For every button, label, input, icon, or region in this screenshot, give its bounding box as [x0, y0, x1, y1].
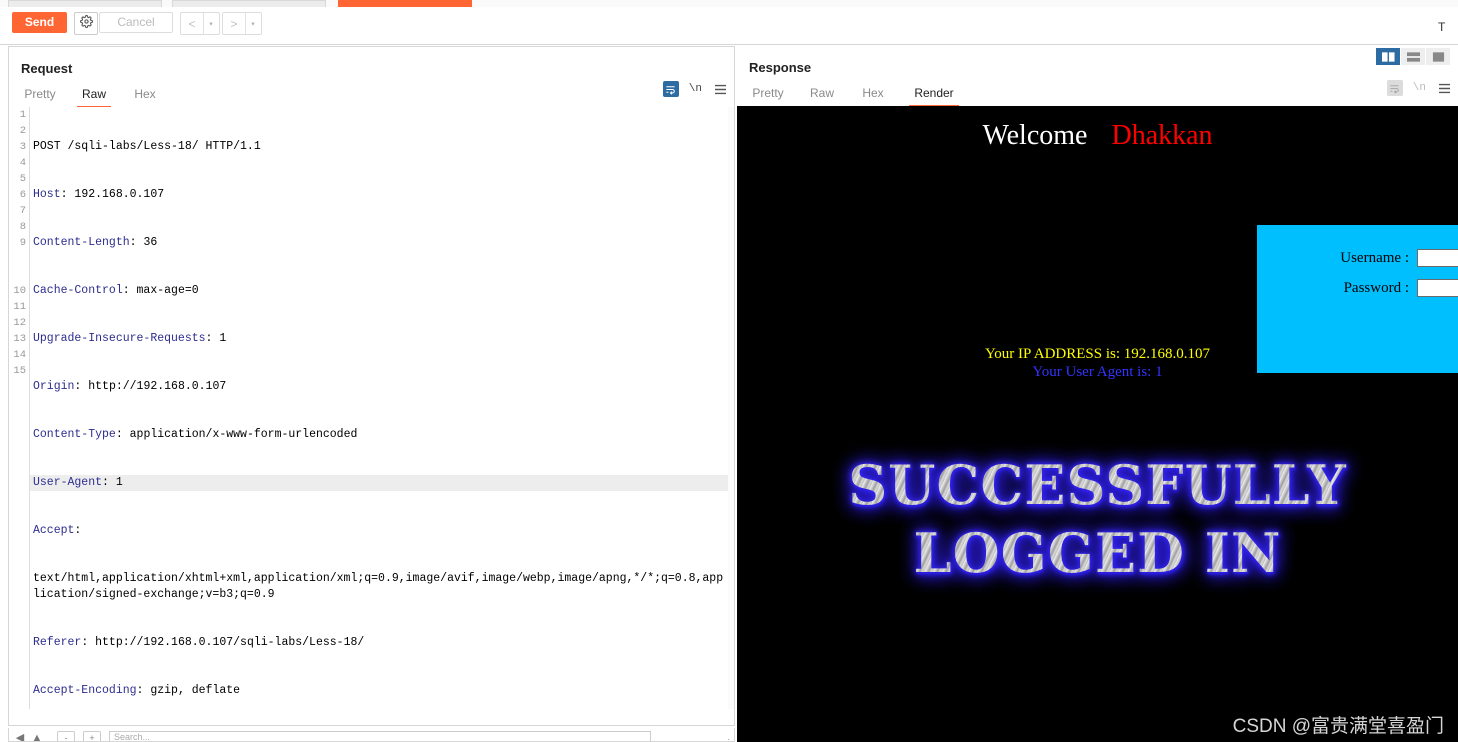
line-number: 12: [13, 317, 26, 329]
word-wrap-icon[interactable]: [662, 81, 679, 97]
request-tab-raw[interactable]: Raw: [77, 83, 111, 108]
settings-gear-button[interactable]: [74, 12, 98, 35]
line-number: 8: [19, 221, 26, 233]
username-label: Username :: [1340, 249, 1409, 266]
cancel-button[interactable]: Cancel: [99, 12, 173, 33]
line-number: 6: [19, 189, 26, 201]
single-pane-icon[interactable]: [1426, 48, 1450, 65]
zoom-out-button[interactable]: -: [57, 731, 75, 741]
banner-line-2: LOGGED IN: [737, 519, 1458, 587]
line-number: 15: [13, 365, 26, 377]
code-line-9-wrapped: text/html,application/xhtml+xml,applicat…: [33, 572, 724, 601]
username-row: Username :: [1257, 249, 1458, 267]
line-number: 9: [19, 237, 26, 249]
newline-icon[interactable]: \n: [689, 83, 702, 95]
code-line-10: Referer: http://192.168.0.107/sqli-labs/…: [33, 636, 365, 649]
response-tab-raw[interactable]: Raw: [805, 82, 839, 105]
response-tool-icons: \n: [1386, 80, 1452, 96]
prev-arrow-icon[interactable]: <: [181, 13, 203, 34]
password-input[interactable]: [1417, 279, 1458, 297]
success-banner: SUCCESSFULLY LOGGED IN: [737, 451, 1458, 587]
code-line-8: User-Agent: 1: [30, 475, 728, 491]
split-horizontal-icon[interactable]: [1401, 48, 1425, 65]
welcome-word: Welcome: [982, 120, 1088, 151]
zoom-in-button[interactable]: +: [83, 731, 101, 741]
response-menu-icon[interactable]: [1436, 80, 1452, 96]
search-input[interactable]: Search...: [109, 731, 651, 741]
code-line-9: Accept:: [33, 524, 82, 537]
response-pane: Response Pretty Raw Hex Render \n Welcom…: [737, 46, 1458, 742]
forward-icon[interactable]: ▲: [31, 732, 43, 741]
line-number: 4: [19, 157, 26, 169]
line-number: 7: [19, 205, 26, 217]
status-right-hint: .: [727, 732, 730, 742]
request-pane-title: Request: [21, 61, 73, 76]
code-line-7: Content-Type: application/x-www-form-url…: [33, 428, 358, 441]
request-editor-scrollbar[interactable]: [728, 107, 734, 709]
request-editor[interactable]: 1 2 3 4 5 6 7 8 9 10 11 12 13 14 15 POST…: [9, 107, 734, 709]
prev-request-group[interactable]: < ▾: [180, 12, 220, 35]
csdn-watermark: CSDN @富贵满堂喜盈门: [1232, 716, 1444, 737]
request-tab-row: Pretty Raw Hex: [9, 83, 734, 108]
welcome-username: Dhakkan: [1111, 120, 1213, 151]
password-row: Password :: [1257, 279, 1458, 297]
username-input[interactable]: [1417, 249, 1458, 267]
request-tab-pretty[interactable]: Pretty: [21, 83, 59, 106]
burp-repeater-window: Send Cancel < ▾ > ▾ T Request Pretty Raw…: [0, 0, 1458, 742]
code-line-6: Origin: http://192.168.0.107: [33, 380, 227, 393]
target-label: T: [1438, 20, 1446, 34]
response-word-wrap-icon[interactable]: [1386, 80, 1403, 96]
code-line-1: POST /sqli-labs/Less-18/ HTTP/1.1: [33, 140, 261, 153]
top-tab-2[interactable]: [172, 0, 326, 7]
code-line-4: Cache-Control: max-age=0: [33, 284, 199, 297]
response-newline-icon[interactable]: \n: [1413, 82, 1426, 94]
gear-icon: [79, 14, 93, 33]
request-tool-icons: \n: [662, 81, 728, 97]
back-icon[interactable]: ◀: [14, 732, 26, 741]
line-number: 13: [13, 333, 26, 345]
prev-chevron-down-icon[interactable]: ▾: [204, 13, 218, 34]
layout-toggle-group: [1376, 48, 1450, 65]
code-line-5: Upgrade-Insecure-Requests: 1: [33, 332, 227, 345]
ip-address-text: Your IP ADDRESS is: 192.168.0.107: [984, 346, 1211, 362]
rendered-response-view[interactable]: Welcome Dhakkan Username : Password : You…: [737, 106, 1458, 742]
password-label: Password :: [1343, 279, 1409, 296]
request-pane: Request Pretty Raw Hex \n 1 2 3 4 5 6 7 …: [8, 46, 735, 726]
main-toolbar: Send Cancel < ▾ > ▾ T: [0, 7, 1458, 45]
response-pane-title: Response: [749, 60, 812, 75]
request-status-bar: ◀ ▲ - + Search... .: [8, 728, 735, 742]
banner-line-1: SUCCESSFULLY: [737, 451, 1458, 519]
line-number: 1: [19, 109, 26, 121]
user-agent-text: Your User Agent is: 1: [1032, 364, 1163, 380]
next-arrow-icon[interactable]: >: [223, 13, 245, 34]
line-number: 5: [19, 173, 26, 185]
line-number: 10: [13, 285, 26, 297]
split-vertical-icon[interactable]: [1376, 48, 1400, 65]
top-tab-1[interactable]: [8, 0, 162, 7]
response-tab-render[interactable]: Render: [909, 82, 959, 107]
next-chevron-down-icon[interactable]: ▾: [246, 13, 260, 34]
welcome-heading: Welcome Dhakkan: [737, 120, 1458, 152]
request-menu-icon[interactable]: [712, 81, 728, 97]
request-line-gutter: 1 2 3 4 5 6 7 8 9 10 11 12 13 14 15: [9, 107, 30, 709]
code-line-11: Accept-Encoding: gzip, deflate: [33, 684, 241, 697]
line-number: 14: [13, 349, 26, 361]
send-button[interactable]: Send: [12, 12, 67, 33]
response-tab-pretty[interactable]: Pretty: [749, 82, 787, 105]
request-tab-hex[interactable]: Hex: [129, 83, 161, 106]
response-tab-row: Pretty Raw Hex Render: [737, 82, 1458, 107]
next-request-group[interactable]: > ▾: [222, 12, 262, 35]
line-number: 3: [19, 141, 26, 153]
code-line-3: Content-Length: 36: [33, 236, 158, 249]
request-code-body[interactable]: POST /sqli-labs/Less-18/ HTTP/1.1 Host: …: [30, 107, 728, 709]
top-tab-3-active[interactable]: [338, 0, 472, 7]
line-number: 2: [19, 125, 26, 137]
response-tab-hex[interactable]: Hex: [857, 82, 889, 105]
line-number: 11: [13, 301, 26, 313]
code-line-2: Host: 192.168.0.107: [33, 188, 165, 201]
